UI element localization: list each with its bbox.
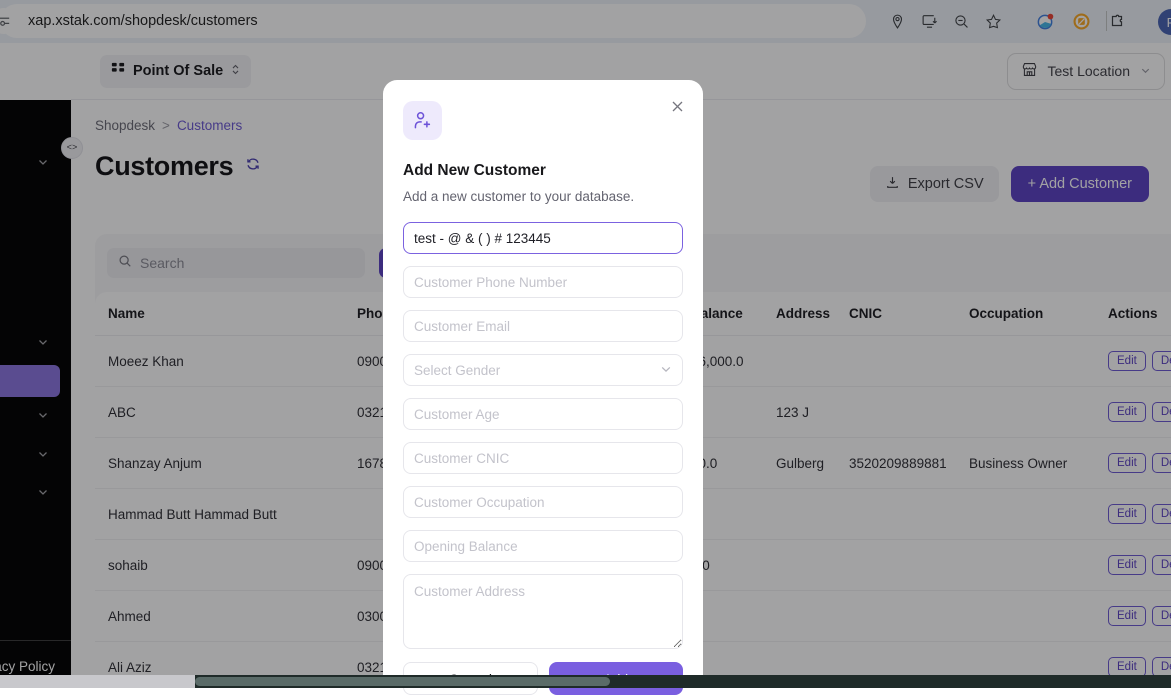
horizontal-scrollbar-thumb[interactable] [195,677,610,686]
customer-age-input[interactable] [403,398,683,430]
customer-cnic-input[interactable] [403,442,683,474]
gender-select-label: Select Gender [414,363,500,378]
add-customer-modal: Add New Customer Add a new customer to y… [383,80,703,695]
customer-address-textarea[interactable] [403,574,683,649]
modal-subtitle: Add a new customer to your database. [403,189,683,204]
customer-gender-select[interactable]: Select Gender [403,354,683,386]
chevron-down-icon [660,363,672,378]
customer-occupation-input[interactable] [403,486,683,518]
horizontal-scrollbar[interactable] [195,675,1171,688]
customer-email-input[interactable] [403,310,683,342]
opening-balance-input[interactable] [403,530,683,562]
add-user-icon [403,101,442,140]
scrollbar-corner [0,675,195,688]
customer-phone-input[interactable] [403,266,683,298]
modal-title: Add New Customer [403,162,683,180]
customer-name-input[interactable] [403,222,683,254]
close-icon[interactable] [665,94,689,118]
